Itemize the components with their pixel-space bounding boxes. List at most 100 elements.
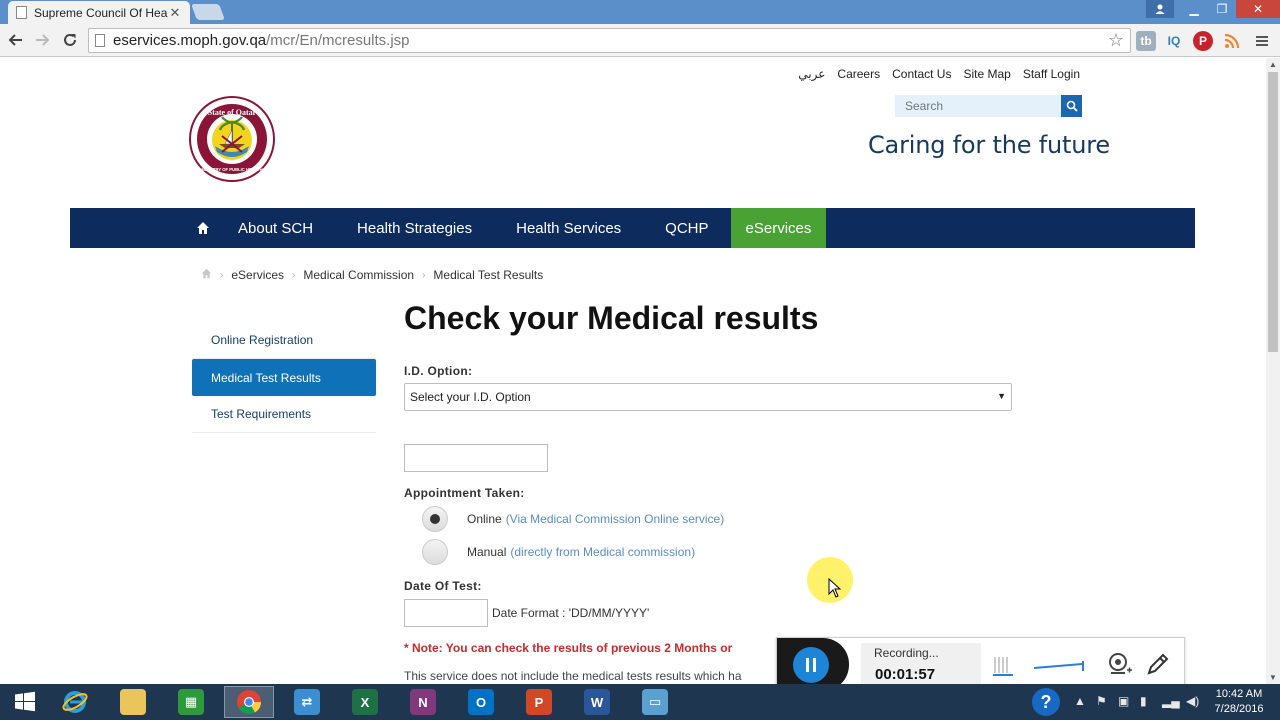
browser-toolbar: eservices.moph.gov.qa/mcr/En/mcresults.j… bbox=[0, 24, 1280, 57]
tab-title: Supreme Council Of Heal bbox=[34, 5, 168, 20]
recording-elapsed-time: 00:01:57 bbox=[875, 666, 936, 683]
rss-icon[interactable] bbox=[1222, 31, 1242, 51]
breadcrumb: › eServices › Medical Commission › Medic… bbox=[201, 268, 543, 282]
breadcrumb-medical-commission[interactable]: Medical Commission bbox=[303, 268, 414, 282]
page-icon bbox=[16, 6, 27, 19]
scroll-up-icon[interactable]: ▲ bbox=[1269, 60, 1277, 69]
nav-about-sch[interactable]: About SCH bbox=[216, 208, 335, 248]
system-clock[interactable]: 10:42 AM 7/28/2016 bbox=[1208, 687, 1270, 717]
windows-taskbar: ▦ ⇄ X N O P W ▭ ? ▲ ⚑ ▣ ▮ ▂▄ ◀) 10:42 AM… bbox=[0, 684, 1280, 720]
scrollbar-thumb[interactable] bbox=[1268, 72, 1278, 352]
close-tab-icon[interactable]: ✕ bbox=[168, 5, 182, 21]
action-center-flag-icon[interactable]: ⚑ bbox=[1096, 694, 1107, 708]
recording-status-label: Recording... bbox=[874, 646, 939, 660]
user-profile-icon[interactable] bbox=[1146, 0, 1174, 18]
windows-logo-icon bbox=[15, 691, 35, 712]
network-icon[interactable]: ▂▄ bbox=[1162, 694, 1180, 708]
close-window-icon[interactable]: ✕ bbox=[1236, 0, 1280, 18]
clock-time: 10:42 AM bbox=[1215, 688, 1263, 700]
search-icon bbox=[1066, 100, 1078, 112]
minimize-icon[interactable]: ▁ bbox=[1180, 0, 1208, 18]
arabic-link[interactable]: عربي bbox=[798, 67, 825, 81]
restore-icon[interactable]: ❐ bbox=[1208, 0, 1236, 18]
back-icon[interactable] bbox=[6, 30, 26, 50]
pinterest-icon[interactable]: P bbox=[1193, 31, 1213, 51]
search-button[interactable] bbox=[1061, 95, 1082, 117]
sidebar-item-online-registration[interactable]: Online Registration bbox=[192, 322, 376, 359]
start-button[interactable] bbox=[0, 686, 50, 718]
browser-tab[interactable]: Supreme Council Of Heal ✕ bbox=[8, 1, 190, 24]
webcam-icon[interactable] bbox=[1107, 651, 1133, 677]
reload-icon[interactable] bbox=[60, 30, 80, 50]
tray-app-icon[interactable]: ▣ bbox=[1118, 694, 1129, 708]
chrome-menu-icon[interactable] bbox=[1252, 31, 1272, 51]
volume-slider[interactable] bbox=[1032, 660, 1092, 672]
sidebar-item-medical-test-results[interactable]: Medical Test Results bbox=[192, 359, 376, 396]
id-option-selected: Select your I.D. Option bbox=[410, 390, 531, 404]
address-bar[interactable]: eservices.moph.gov.qa/mcr/En/mcresults.j… bbox=[88, 28, 1131, 53]
date-of-test-input[interactable] bbox=[404, 599, 488, 627]
word-icon[interactable]: W bbox=[572, 686, 622, 718]
store-icon[interactable]: ▦ bbox=[166, 686, 216, 718]
sidebar-item-test-requirements[interactable]: Test Requirements bbox=[192, 396, 376, 433]
onenote-icon[interactable]: N bbox=[398, 686, 448, 718]
sidebar: Online Registration Medical Test Results… bbox=[192, 322, 376, 433]
excel-icon[interactable]: X bbox=[340, 686, 390, 718]
radio-online-button[interactable] bbox=[422, 506, 448, 532]
extension-iq-icon[interactable]: IQ bbox=[1164, 31, 1184, 51]
help-icon[interactable]: ? bbox=[1032, 688, 1060, 716]
info-text: This service does not include the medica… bbox=[404, 669, 742, 683]
nav-qchp[interactable]: QCHP bbox=[643, 208, 730, 248]
nav-health-services[interactable]: Health Services bbox=[494, 208, 643, 248]
logo-top-text: State of Qatar bbox=[208, 108, 257, 117]
logo-bottom-text: MINISTRY OF PUBLIC HEALTH bbox=[201, 167, 262, 172]
internet-explorer-icon[interactable] bbox=[50, 686, 100, 718]
home-icon[interactable] bbox=[190, 208, 216, 248]
radio-online-note: (Via Medical Commission Online service) bbox=[505, 512, 725, 526]
volume-icon[interactable]: ◀) bbox=[1186, 694, 1199, 708]
power-icon[interactable]: ▮ bbox=[1140, 694, 1147, 708]
radio-manual-note: (directly from Medical commission) bbox=[510, 545, 696, 559]
top-links: عربي Careers Contact Us Site Map Staff L… bbox=[798, 67, 1080, 81]
ministry-logo[interactable]: State of Qatar MINISTRY OF PUBLIC HEALTH bbox=[189, 96, 275, 182]
screen-recorder-widget: Recording... 00:01:57 bbox=[776, 637, 1185, 691]
breadcrumb-eservices[interactable]: eServices bbox=[231, 268, 284, 282]
radio-manual-button[interactable] bbox=[422, 539, 448, 565]
radio-manual-label: Manual bbox=[467, 545, 507, 559]
site-search-input[interactable] bbox=[895, 95, 1062, 117]
radio-online[interactable]: Online (Via Medical Commission Online se… bbox=[422, 506, 724, 532]
powerpoint-icon[interactable]: P bbox=[514, 686, 564, 718]
id-number-input[interactable] bbox=[404, 444, 548, 472]
new-tab-button[interactable] bbox=[191, 4, 225, 20]
tagline: Caring for the future bbox=[868, 131, 1110, 159]
bookmark-star-icon[interactable]: ☆ bbox=[1108, 30, 1124, 51]
nav-health-strategies[interactable]: Health Strategies bbox=[335, 208, 494, 248]
file-explorer-icon[interactable] bbox=[108, 686, 158, 718]
page-scrollbar[interactable]: ▲ ▼ bbox=[1266, 58, 1280, 684]
extension-tb-icon[interactable]: tb bbox=[1136, 31, 1156, 51]
url-host: eservices.moph.gov.qa bbox=[113, 32, 267, 49]
remote-desktop-icon[interactable]: ⇄ bbox=[282, 686, 332, 718]
photos-icon[interactable]: ▭ bbox=[630, 686, 680, 718]
breadcrumb-home-icon[interactable] bbox=[201, 268, 212, 282]
web-page: عربي Careers Contact Us Site Map Staff L… bbox=[0, 58, 1266, 684]
tray-expand-icon[interactable]: ▲ bbox=[1074, 694, 1086, 708]
scroll-down-icon[interactable]: ▼ bbox=[1269, 673, 1277, 682]
pen-annotation-icon[interactable] bbox=[1145, 651, 1171, 677]
staff-login-link[interactable]: Staff Login bbox=[1023, 67, 1080, 81]
dropdown-caret-icon: ▼ bbox=[997, 391, 1006, 401]
forward-icon[interactable] bbox=[32, 30, 52, 50]
chrome-taskbar-icon[interactable] bbox=[224, 686, 274, 718]
date-format-hint: Date Format : 'DD/MM/YYYY' bbox=[492, 606, 650, 620]
breadcrumb-medical-test-results: Medical Test Results bbox=[433, 268, 544, 282]
site-map-link[interactable]: Site Map bbox=[963, 67, 1010, 81]
outlook-icon[interactable]: O bbox=[456, 686, 506, 718]
radio-manual[interactable]: Manual (directly from Medical commission… bbox=[422, 539, 695, 565]
careers-link[interactable]: Careers bbox=[837, 67, 880, 81]
pause-recording-button[interactable] bbox=[793, 647, 829, 683]
recorder-status: Recording... 00:01:57 bbox=[861, 643, 981, 685]
contact-us-link[interactable]: Contact Us bbox=[892, 67, 951, 81]
mouse-cursor-icon bbox=[828, 578, 842, 598]
nav-eservices[interactable]: eServices bbox=[730, 208, 827, 248]
id-option-select[interactable]: Select your I.D. Option ▼ bbox=[404, 383, 1012, 411]
